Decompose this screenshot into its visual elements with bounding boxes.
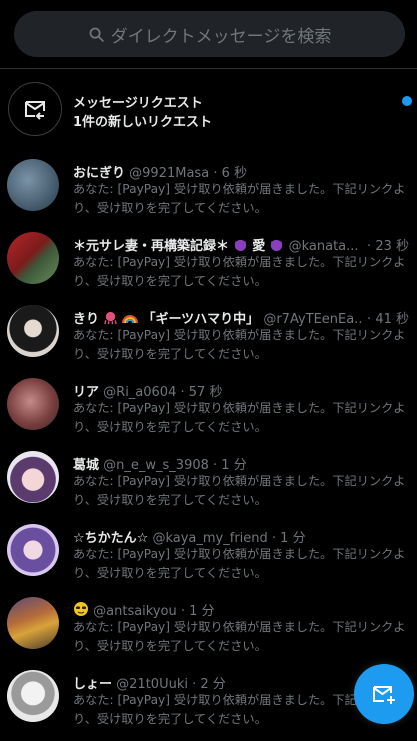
message-preview: あなた: [PayPay] 受け取り依頼が届きました。下記リンクより、受け取りを… [73,620,406,653]
conversation-header: ☆ちかたん☆ @kaya_my_friend · 1 分 [73,531,306,545]
conversation-header: きり 「ギーツハマり中」 @r7AyTEenEa... [73,308,411,326]
sunglasses-emoji-icon [73,601,89,618]
search-input[interactable]: ダイレクトメッセージを検索 [14,11,405,57]
handle: @Ri_a0604 [103,385,177,399]
conversation-header: リア @Ri_a0604 · 57 秒 [73,385,223,399]
avatar [7,451,59,503]
handle: @9921Masa [129,166,210,180]
timestamp: 1 分 [221,458,247,472]
new-message-button[interactable] [354,664,414,724]
display-name: おにぎり [73,166,126,180]
message-requests-row[interactable]: メッセージリクエスト 1件の新しいリクエスト [0,76,417,144]
octopus-emoji-icon [103,310,118,326]
message-preview: あなた: [PayPay] 受け取り依頼が届きました。下記リンクより、受け取りを… [73,474,406,507]
timestamp: 23 秒 [375,239,409,254]
conversation-header: 葛城 @n_e_w_s_3908 · 1 分 [73,458,247,472]
conversation-row[interactable]: @antsaikyou · 1 分 あなた: [PayPay] 受け取り依頼が届… [0,588,417,660]
handle: @n_e_w_s_3908 [103,458,209,472]
message-preview: あなた: [PayPay] 受け取り依頼が届きました。下記リンクより、受け取りを… [73,401,406,434]
timestamp: 57 秒 [188,385,223,399]
avatar [7,597,59,649]
display-name: リア [73,385,100,399]
request-title: メッセージリクエスト [73,96,203,111]
handle: @r7AyTEenEa... [263,312,367,326]
message-preview: あなた: [PayPay] 受け取り依頼が届きました。下記リンクより、受け取りを… [73,255,406,288]
avatar [7,305,59,357]
avatar [7,524,59,576]
display-name: 葛城 [73,458,100,472]
display-name: しょー [73,677,113,691]
handle: @kaya_my_friend [152,531,268,545]
handle: @antsaikyou [93,604,177,618]
message-request-icon [8,82,62,136]
display-name: きり [73,312,100,326]
divider [0,68,417,69]
timestamp: 2 分 [200,677,226,691]
unread-dot [402,96,412,106]
conversation-row[interactable]: ☆ちかたん☆ @kaya_my_friend · 1 分 あなた: [PayPa… [0,515,417,587]
timestamp: 1 分 [189,604,215,618]
conversation-row[interactable]: リア @Ri_a0604 · 57 秒 あなた: [PayPay] 受け取り依頼… [0,369,417,441]
conversation-row[interactable]: きり 「ギーツハマり中」 @r7AyTEenEa... · 41 秒 あなた: … [0,296,417,368]
timestamp: 41 秒 [375,312,409,327]
conversation-header: ＊元サレ妻・再構築記録＊ 愛 @kanata... [73,235,411,253]
avatar [7,159,59,211]
timestamp-wrap: · 23 秒 [363,235,409,254]
conversation-row[interactable]: ＊元サレ妻・再構築記録＊ 愛 @kanata... · 23 秒 あなた: [P… [0,223,417,295]
search-icon [89,27,104,42]
handle: @kanata... [288,239,359,253]
search-placeholder: ダイレクトメッセージを検索 [110,26,332,47]
conversation-header: @antsaikyou · 1 分 [73,600,411,618]
avatar [7,670,59,722]
timestamp: 1 分 [280,531,306,545]
message-preview: あなた: [PayPay] 受け取り依頼が届きました。下記リンクより、受け取りを… [73,547,406,580]
display-name-suffix: 「ギーツハマり中」 [142,312,260,326]
rainbow-emoji-icon [122,310,139,326]
new-message-icon [373,686,395,704]
avatar [7,232,59,284]
avatar [7,378,59,430]
conversation-row[interactable]: 葛城 @n_e_w_s_3908 · 1 分 あなた: [PayPay] 受け取… [0,442,417,514]
conversation-header: おにぎり @9921Masa · 6 秒 [73,166,247,180]
timestamp: 6 秒 [221,166,247,180]
display-name: ☆ちかたん☆ [73,531,149,545]
devil-emoji-icon [269,237,284,253]
display-name: ＊元サレ妻・再構築記録＊ [73,239,230,253]
timestamp-wrap: · 41 秒 [363,308,409,327]
devil-emoji-icon [233,237,248,253]
search-area: ダイレクトメッセージを検索 [0,0,417,68]
handle: @21t0Uuki [116,677,188,691]
message-preview: あなた: [PayPay] 受け取り依頼が届きました。下記リンクより、受け取りを… [73,182,406,215]
message-preview: あなた: [PayPay] 受け取り依頼が届きました。下記リンクより、受け取りを… [73,328,406,361]
request-subtitle: 1件の新しいリクエスト [73,115,213,130]
conversation-row[interactable]: おにぎり @9921Masa · 6 秒 あなた: [PayPay] 受け取り依… [0,150,417,222]
